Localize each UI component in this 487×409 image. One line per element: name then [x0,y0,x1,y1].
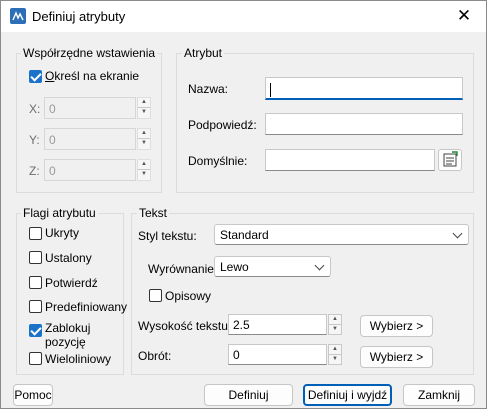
x-label: X: [29,102,41,116]
pick-rotation-button[interactable]: Wybierz > [360,346,433,368]
justification-value: Lewo [220,260,249,274]
text-style-dropdown[interactable]: Standard [214,224,469,245]
x-input[interactable]: 0 [44,97,136,119]
insertion-point-group-label: Współrzędne wstawienia [21,46,158,60]
default-input[interactable] [265,149,435,171]
justification-label: Wyrównanie: [148,262,218,276]
verify-label: Potwierdź [45,276,98,290]
invisible-label: Ukryty [45,226,79,240]
z-input[interactable]: 0 [44,159,136,181]
text-style-label: Styl tekstu: [138,229,197,243]
x-spinner[interactable]: ▲ ▼ [137,97,151,119]
z-label: Z: [29,164,40,178]
lock-position-label-line2: pozycję [45,335,86,349]
lock-position-label-line1: Zablokuj [45,321,91,335]
title-bar: Definiuj atrybuty ✕ [1,1,486,32]
specify-on-screen-label: Określ na ekranie [45,69,140,83]
text-settings-group-label: Tekst [137,206,170,220]
insert-field-button[interactable] [438,149,462,171]
multiline-checkbox[interactable] [29,352,42,365]
text-height-spinner[interactable]: ▲ ▼ [328,314,342,335]
text-height-label: Wysokość tekstu: [138,319,232,333]
prompt-input[interactable] [265,113,463,135]
close-button[interactable]: Zamknij [403,384,475,406]
edit-attribute-icon [10,8,26,24]
justification-dropdown[interactable]: Lewo [214,256,331,277]
rotation-spinner[interactable]: ▲ ▼ [328,344,342,365]
window-title: Definiuj atrybuty [32,9,126,24]
insert-field-icon [443,151,458,167]
invisible-checkbox[interactable] [29,227,42,240]
rotation-input[interactable]: 0 [228,344,327,365]
text-height-input[interactable]: 2.5 [228,314,327,335]
text-style-value: Standard [220,228,269,242]
chevron-down-icon [452,228,463,239]
prompt-label: Podpowiedź: [188,118,257,132]
lock-position-checkbox[interactable] [29,324,42,337]
attribute-group-label: Atrybut [182,46,225,60]
close-icon[interactable]: ✕ [442,1,486,32]
y-input[interactable]: 0 [44,128,136,150]
z-spinner[interactable]: ▲ ▼ [137,159,151,181]
annotative-label: Opisowy [165,289,212,303]
specify-on-screen-checkbox[interactable] [29,70,42,83]
attribute-flags-group-label: Flagi atrybutu [21,206,98,220]
constant-label: Ustalony [45,251,92,265]
annotative-checkbox[interactable] [149,289,162,302]
preset-checkbox[interactable] [29,300,42,313]
rotation-label: Obrót: [138,349,172,363]
y-label: Y: [29,133,40,147]
define-and-exit-button[interactable]: Definiuj i wyjdź [303,384,392,406]
define-attributes-dialog: Definiuj atrybuty ✕ Współrzędne wstawien… [0,0,487,409]
define-button[interactable]: Definiuj [204,384,293,406]
pick-height-button[interactable]: Wybierz > [360,315,433,337]
preset-label: Predefiniowany [45,300,128,314]
y-spinner[interactable]: ▲ ▼ [137,128,151,150]
tag-input[interactable] [265,77,463,100]
text-caret [270,82,271,97]
constant-checkbox[interactable] [29,251,42,264]
default-label: Domyślnie: [188,154,248,168]
chevron-down-icon [314,260,325,271]
multiline-label: Wieloliniowy [45,352,112,366]
tag-label: Nazwa: [188,82,229,96]
help-button[interactable]: Pomoc [13,384,53,406]
verify-checkbox[interactable] [29,276,42,289]
